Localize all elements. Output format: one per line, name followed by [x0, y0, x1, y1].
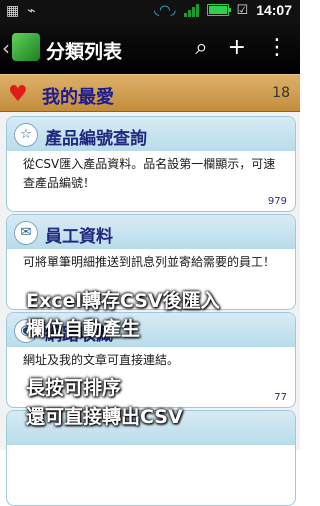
card-header: ✉ 員工資料: [7, 215, 295, 249]
app-icon: ▦: [6, 3, 20, 19]
category-card[interactable]: ☆ 產品編號查詢 從CSV匯入產品資料。品名設第一欄顯示，可速查產品編號！ 97…: [6, 116, 296, 212]
app-title: 分類列表: [46, 41, 123, 63]
card-count: 77: [274, 392, 287, 403]
promo-text-line-3: 長按可排序: [26, 377, 122, 399]
promo-text-line-2: 欄位自動產生: [26, 318, 141, 340]
favorites-bar[interactable]: ♥ 我的最愛 18: [0, 74, 300, 112]
card-description: 可將單筆明細推送到訊息列並寄給需要的員工！: [23, 255, 276, 269]
signal-icon: [183, 3, 199, 17]
card-count: 979: [267, 196, 287, 207]
card-description: 從CSV匯入產品資料。品名設第一欄顯示，可速查產品編號！: [23, 157, 276, 190]
app-logo: [12, 33, 40, 61]
card-header: ☆ 產品編號查詢: [7, 117, 295, 151]
promo-text-line-1: Excel轉存CSV後匯入: [26, 290, 220, 312]
mail-icon: ✉: [14, 221, 38, 245]
clock: 14:07: [256, 2, 292, 18]
star-icon: ☆: [14, 123, 38, 147]
battery-icon: [206, 4, 231, 16]
back-chevron-icon[interactable]: ‹: [2, 36, 10, 60]
more-icon[interactable]: ⋮: [266, 35, 288, 60]
app-bar: ‹ 分類列表 ⌕ + ⋮: [0, 24, 300, 74]
favorites-count: 18: [272, 85, 290, 101]
promo-text-line-4: 還可直接轉出CSV: [26, 406, 183, 428]
status-left: ▦ ⌁: [6, 3, 36, 19]
status-bar: ▦ ⌁ ◟◠◞ ☑ 14:07: [0, 0, 300, 24]
usb-icon: ⌁: [27, 3, 36, 19]
appbar-actions: ⌕ + ⋮: [195, 35, 288, 60]
search-icon[interactable]: ⌕: [195, 35, 207, 60]
add-icon[interactable]: +: [228, 35, 246, 60]
checkbox-icon: ☑: [236, 2, 249, 18]
heart-icon: ♥: [8, 82, 28, 107]
status-right: ◟◠◞ ☑ 14:07: [154, 2, 292, 18]
wifi-icon: ◟◠◞: [154, 2, 176, 18]
card-title: 產品編號查詢: [45, 129, 147, 149]
card-title: 員工資料: [45, 227, 113, 247]
card-description: 網址及我的文章可直接連結。: [23, 353, 180, 367]
favorites-label: 我的最愛: [42, 87, 114, 108]
